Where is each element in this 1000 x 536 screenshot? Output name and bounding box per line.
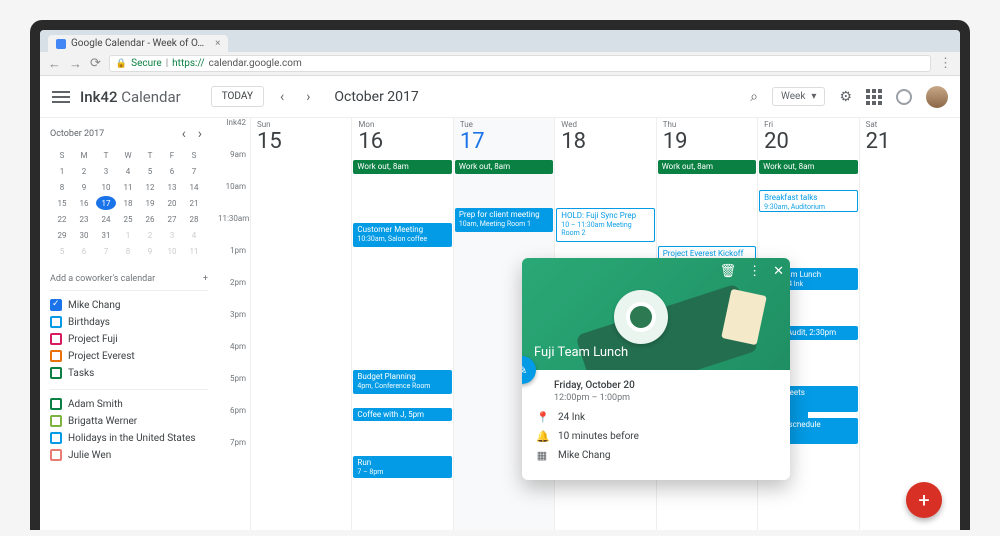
account-avatar[interactable]: [926, 86, 948, 108]
mini-month-label: October 2017: [50, 129, 104, 139]
close-popup-icon[interactable]: ✕: [773, 264, 784, 279]
back-icon[interactable]: ←: [48, 56, 61, 72]
day-header: Sat21: [860, 118, 960, 160]
calendar-checkbox[interactable]: [50, 333, 62, 345]
calendar-label: Holidays in the United States: [68, 433, 196, 444]
add-calendar-input[interactable]: Add a coworker's calendar +: [50, 268, 208, 291]
calendar-label: Adam Smith: [68, 399, 123, 410]
calendar-event[interactable]: Customer Meeting10:30am, Salon coffee: [353, 223, 451, 247]
hamburger-icon[interactable]: [52, 91, 70, 103]
mini-next-icon[interactable]: ›: [192, 126, 208, 142]
calendar-item[interactable]: Adam Smith: [50, 398, 208, 410]
chevron-down-icon: ▾: [811, 91, 816, 102]
calendar-checkbox[interactable]: [50, 415, 62, 427]
calendar-checkbox[interactable]: [50, 350, 62, 362]
calendar-item[interactable]: Brigatta Werner: [50, 415, 208, 427]
calendar-item[interactable]: Mike Chang: [50, 299, 208, 311]
popup-reminder: 10 minutes before: [558, 431, 639, 442]
popup-organizer: Mike Chang: [558, 450, 611, 461]
calendar-item[interactable]: Project Fuji: [50, 333, 208, 345]
day-header: Thu19: [657, 118, 757, 160]
settings-gear-icon[interactable]: ⚙: [839, 89, 852, 105]
notifications-icon[interactable]: [896, 89, 912, 105]
calendar-checkbox[interactable]: [50, 316, 62, 328]
mini-calendar[interactable]: SMTWTFS123456789101112131415161718192021…: [50, 146, 206, 260]
forward-icon[interactable]: →: [69, 56, 82, 72]
calendar-event[interactable]: Work out, 8am: [455, 160, 553, 174]
calendar-event[interactable]: Coffee with J, 5pm: [353, 408, 451, 421]
calendar-label: Julie Wen: [68, 450, 111, 461]
mini-prev-icon[interactable]: ‹: [176, 126, 192, 142]
browser-tab-strip: Google Calendar - Week of O… ×: [40, 30, 960, 52]
calendar-icon: ▦: [536, 449, 548, 462]
calendar-item[interactable]: Birthdays: [50, 316, 208, 328]
calendar-event[interactable]: Breakfast talks9:30am, Auditorium: [759, 190, 857, 212]
popup-time: 12:00pm – 1:00pm: [554, 393, 778, 403]
popup-event-title: Fuji Team Lunch: [534, 345, 628, 360]
calendar-item[interactable]: Tasks: [50, 367, 208, 379]
view-selector[interactable]: Week▾: [772, 87, 825, 106]
calendar-label: Birthdays: [68, 317, 110, 328]
delete-event-icon[interactable]: 🗑: [720, 264, 737, 279]
favicon-icon: [56, 39, 66, 49]
calendar-event[interactable]: Prep for client meeting10am, Meeting Roo…: [455, 208, 553, 232]
day-header: Wed18: [555, 118, 655, 160]
event-more-icon[interactable]: ⋮: [748, 264, 761, 279]
time-gutter: Ink429am10am11:30am1pm2pm3pm4pm5pm6pm7pm: [218, 118, 250, 530]
day-column[interactable]: Sun15: [250, 118, 351, 530]
search-icon[interactable]: ⌕: [750, 89, 758, 105]
calendar-label: Project Everest: [68, 351, 135, 362]
tab-title: Google Calendar - Week of O…: [71, 38, 204, 49]
calendar-checkbox[interactable]: [50, 432, 62, 444]
day-header: Mon16: [352, 118, 452, 160]
url-field[interactable]: 🔒 Secure | https://calendar.google.com: [109, 55, 931, 72]
location-icon: 📍: [536, 411, 548, 424]
next-week-icon[interactable]: ›: [300, 89, 316, 105]
calendar-label: Brigatta Werner: [68, 416, 137, 427]
browser-menu-icon[interactable]: ⋮: [939, 56, 952, 71]
popup-date: Friday, October 20: [554, 380, 778, 391]
calendar-event[interactable]: Work out, 8am: [759, 160, 857, 174]
create-event-fab[interactable]: +: [906, 482, 942, 518]
popup-location: 24 Ink: [558, 412, 585, 423]
calendar-label: Mike Chang: [68, 300, 121, 311]
current-month-label: October 2017: [334, 89, 418, 105]
calendar-label: Project Fuji: [68, 334, 118, 345]
apps-grid-icon[interactable]: [866, 89, 882, 105]
plus-icon[interactable]: +: [203, 274, 208, 284]
calendar-checkbox[interactable]: [50, 367, 62, 379]
sidebar: October 2017 ‹› SMTWTFS12345678910111213…: [40, 118, 218, 530]
calendar-label: Tasks: [68, 368, 94, 379]
today-button[interactable]: TODAY: [211, 86, 264, 107]
day-header: Sun15: [251, 118, 351, 160]
lock-icon: 🔒: [116, 59, 127, 69]
browser-address-bar: ← → ⟳ 🔒 Secure | https://calendar.google…: [40, 52, 960, 76]
bell-icon: 🔔: [536, 430, 548, 443]
app-brand: Ink42 Calendar: [80, 88, 181, 106]
day-column[interactable]: Mon16 Work out, 8am Customer Meeting10:30…: [351, 118, 452, 530]
day-header: Fri20: [758, 118, 858, 160]
day-column[interactable]: Sat21: [859, 118, 960, 530]
calendar-event[interactable]: Work out, 8am: [658, 160, 756, 174]
app-header: Ink42 Calendar TODAY ‹ › October 2017 ⌕ …: [40, 76, 960, 118]
calendar-checkbox[interactable]: [50, 449, 62, 461]
day-header: Tue17: [454, 118, 554, 160]
calendar-item[interactable]: Project Everest: [50, 350, 208, 362]
calendar-event[interactable]: Run7 – 8pm: [353, 456, 451, 478]
reload-icon[interactable]: ⟳: [90, 56, 101, 71]
prev-week-icon[interactable]: ‹: [274, 89, 290, 105]
calendar-checkbox[interactable]: [50, 398, 62, 410]
calendar-item[interactable]: Julie Wen: [50, 449, 208, 461]
calendar-event[interactable]: Work out, 8am: [353, 160, 451, 174]
calendar-checkbox[interactable]: [50, 299, 62, 311]
close-tab-icon[interactable]: ×: [215, 38, 220, 49]
calendar-event[interactable]: Budget Planning4pm, Conference Room: [353, 370, 451, 394]
event-detail-popup: 🗑 ⋮ ✕ Fuji Team Lunch ✎ Friday, October …: [522, 258, 790, 480]
secure-label: Secure: [131, 58, 162, 69]
calendar-event[interactable]: HOLD: Fuji Sync Prep10 – 11:30am Meeting…: [556, 208, 654, 242]
calendar-item[interactable]: Holidays in the United States: [50, 432, 208, 444]
browser-tab[interactable]: Google Calendar - Week of O… ×: [48, 35, 228, 52]
